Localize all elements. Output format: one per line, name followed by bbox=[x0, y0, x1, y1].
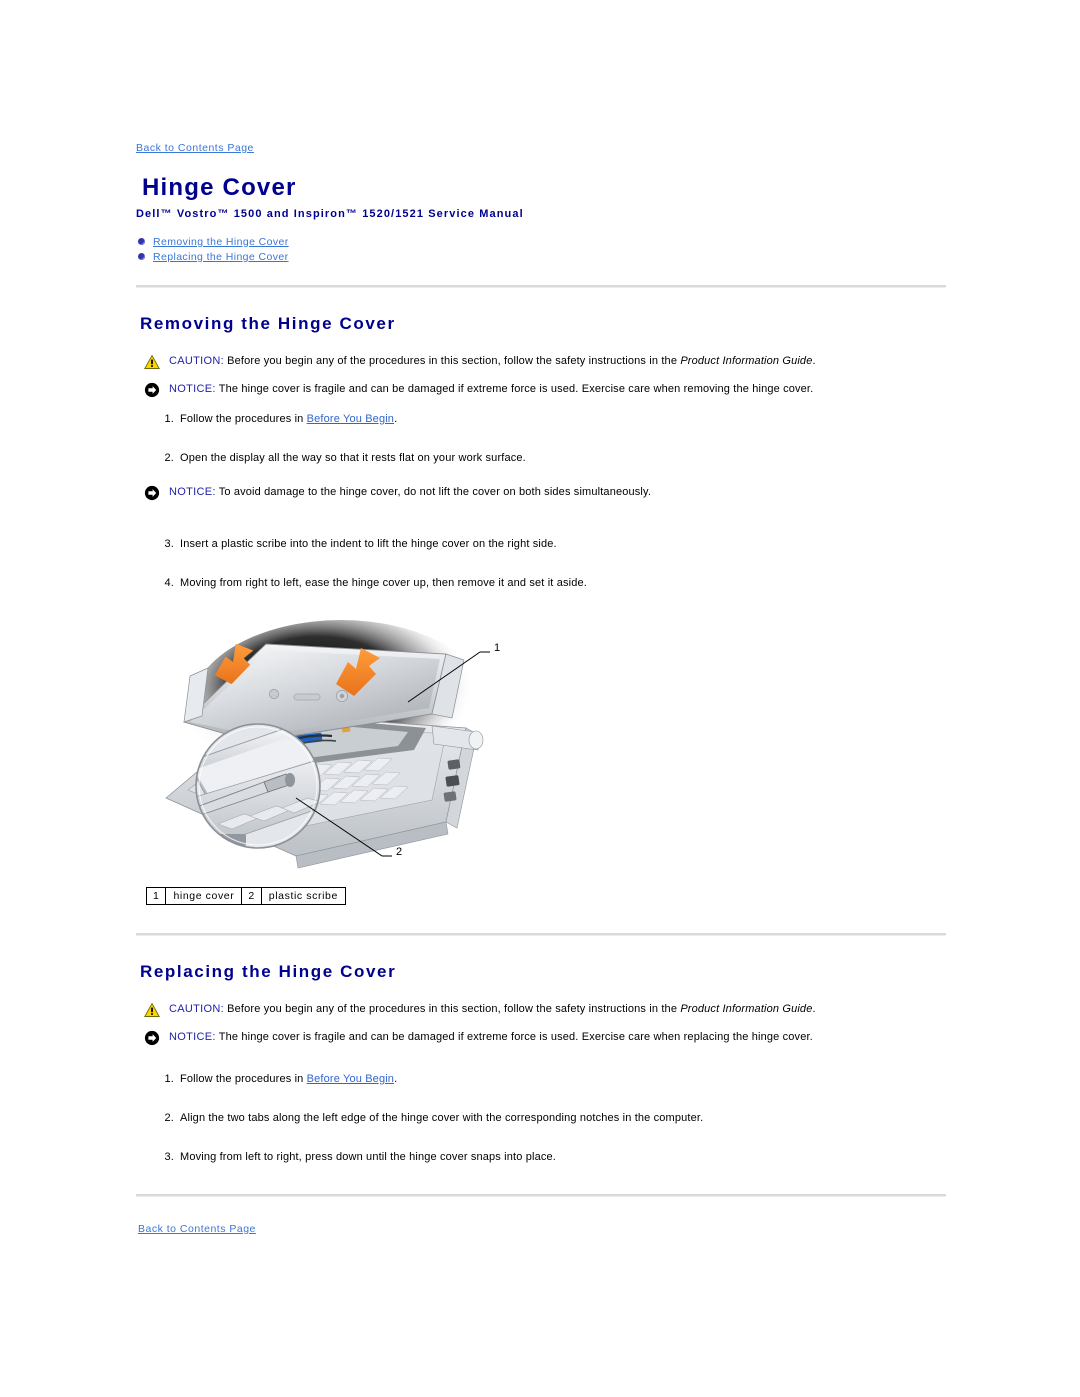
legend-label-1: hinge cover bbox=[165, 886, 243, 905]
table-row: 1 hinge cover 2 plastic scribe bbox=[145, 886, 346, 905]
section-heading-replacing: Replacing the Hinge Cover bbox=[140, 961, 397, 981]
hinge-cover-illustration bbox=[146, 619, 516, 868]
step-item: Open the display all the way so that it … bbox=[156, 451, 966, 465]
step-text: Moving from left to right, press down un… bbox=[180, 1150, 556, 1163]
step-text-before: Follow the procedures in bbox=[180, 1072, 307, 1085]
before-you-begin-link[interactable]: Before You Begin bbox=[307, 413, 394, 425]
bullet-icon bbox=[138, 253, 145, 261]
step-item: Align the two tabs along the left edge o… bbox=[156, 1111, 966, 1125]
table-of-contents: Removing the Hinge Cover Replacing the H… bbox=[138, 236, 966, 263]
notice-mid-text: NOTICE: To avoid damage to the hinge cov… bbox=[169, 485, 651, 499]
notice-mid-removing: NOTICE: To avoid damage to the hinge cov… bbox=[144, 485, 966, 501]
section-heading-removing: Removing the Hinge Cover bbox=[140, 313, 396, 333]
before-you-begin-link[interactable]: Before You Begin bbox=[307, 1073, 394, 1085]
bullet-icon bbox=[138, 238, 145, 246]
notice-arrow-icon bbox=[144, 485, 160, 501]
legend-label-2: plastic scribe bbox=[260, 886, 346, 905]
section-divider-bottom bbox=[136, 1193, 946, 1197]
document-content: Back to Contents Page Hinge Cover Dell™ … bbox=[136, 138, 966, 1237]
step-text-after: . bbox=[394, 1072, 398, 1085]
notice-body: To avoid damage to the hinge cover, do n… bbox=[215, 485, 652, 498]
notice-text-removing: NOTICE: The hinge cover is fragile and c… bbox=[169, 382, 813, 396]
toc-item-replacing[interactable]: Replacing the Hinge Cover bbox=[138, 251, 966, 263]
notice-label: NOTICE: bbox=[169, 1030, 216, 1043]
notice-arrow-icon bbox=[144, 382, 160, 398]
hinge-cover-figure: 1 2 bbox=[146, 610, 516, 875]
toc-item-removing[interactable]: Removing the Hinge Cover bbox=[138, 236, 966, 248]
step-text-after: . bbox=[394, 412, 398, 425]
notice-label: NOTICE: bbox=[169, 485, 216, 498]
step-text: Moving from right to left, ease the hing… bbox=[180, 576, 587, 589]
document-page: Back to Contents Page Hinge Cover Dell™ … bbox=[0, 0, 1080, 1397]
steps-removing-part1: Follow the procedures in Before You Begi… bbox=[136, 412, 966, 465]
legend-index-2: 2 bbox=[241, 886, 262, 905]
page-title: Hinge Cover bbox=[142, 174, 297, 201]
step-item: Follow the procedures in Before You Begi… bbox=[156, 412, 966, 426]
step-text: Open the display all the way so that it … bbox=[180, 451, 526, 464]
step-item: Follow the procedures in Before You Begi… bbox=[156, 1072, 966, 1086]
caution-body-before: Before you begin any of the procedures i… bbox=[223, 1002, 681, 1015]
back-to-contents-link-bottom[interactable]: Back to Contents Page bbox=[138, 1223, 256, 1235]
caution-guide-title: Product Information Guide bbox=[680, 354, 813, 367]
page-subtitle: Dell™ Vostro™ 1500 and Inspiron™ 1520/15… bbox=[136, 207, 524, 220]
caution-replacing: CAUTION: Before you begin any of the pro… bbox=[144, 1002, 966, 1018]
warning-triangle-icon bbox=[144, 354, 160, 370]
warning-triangle-icon bbox=[144, 1002, 160, 1018]
notice-text-replacing: NOTICE: The hinge cover is fragile and c… bbox=[169, 1030, 813, 1044]
caution-body-after: . bbox=[812, 354, 816, 367]
legend-index-1: 1 bbox=[145, 886, 167, 905]
caution-label: CAUTION: bbox=[169, 1002, 224, 1015]
caution-guide-title: Product Information Guide bbox=[680, 1002, 813, 1015]
caution-body-before: Before you begin any of the procedures i… bbox=[223, 354, 681, 367]
figure-callout-2: 2 bbox=[396, 845, 403, 858]
toc-link-replacing[interactable]: Replacing the Hinge Cover bbox=[153, 251, 289, 263]
steps-removing-part2: Insert a plastic scribe into the indent … bbox=[136, 537, 966, 590]
step-text-before: Follow the procedures in bbox=[180, 412, 307, 425]
steps-replacing: Follow the procedures in Before You Begi… bbox=[136, 1072, 966, 1164]
caution-text-replacing: CAUTION: Before you begin any of the pro… bbox=[169, 1002, 816, 1016]
footer: Back to Contents Page bbox=[138, 1219, 966, 1237]
section-divider-top bbox=[136, 284, 946, 288]
caution-removing: CAUTION: Before you begin any of the pro… bbox=[144, 354, 966, 370]
notice-body: The hinge cover is fragile and can be da… bbox=[215, 382, 814, 395]
caution-label: CAUTION: bbox=[169, 354, 224, 367]
step-item: Insert a plastic scribe into the indent … bbox=[156, 537, 966, 551]
step-text: Align the two tabs along the left edge o… bbox=[180, 1111, 704, 1124]
caution-body-after: . bbox=[812, 1002, 816, 1015]
notice-replacing: NOTICE: The hinge cover is fragile and c… bbox=[144, 1030, 966, 1046]
toc-link-removing[interactable]: Removing the Hinge Cover bbox=[153, 236, 289, 248]
section-divider-middle bbox=[136, 932, 946, 936]
figure-callout-1: 1 bbox=[494, 641, 501, 654]
notice-body: The hinge cover is fragile and can be da… bbox=[215, 1030, 813, 1043]
step-text: Insert a plastic scribe into the indent … bbox=[180, 537, 557, 550]
notice-label: NOTICE: bbox=[169, 382, 216, 395]
notice-arrow-icon bbox=[144, 1030, 160, 1046]
notice-removing: NOTICE: The hinge cover is fragile and c… bbox=[144, 382, 966, 398]
step-item: Moving from right to left, ease the hing… bbox=[156, 576, 966, 590]
back-to-contents-link-top[interactable]: Back to Contents Page bbox=[136, 142, 254, 154]
caution-text-removing: CAUTION: Before you begin any of the pro… bbox=[169, 354, 816, 368]
figure-legend-table: 1 hinge cover 2 plastic scribe bbox=[145, 886, 346, 905]
step-item: Moving from left to right, press down un… bbox=[156, 1150, 966, 1164]
